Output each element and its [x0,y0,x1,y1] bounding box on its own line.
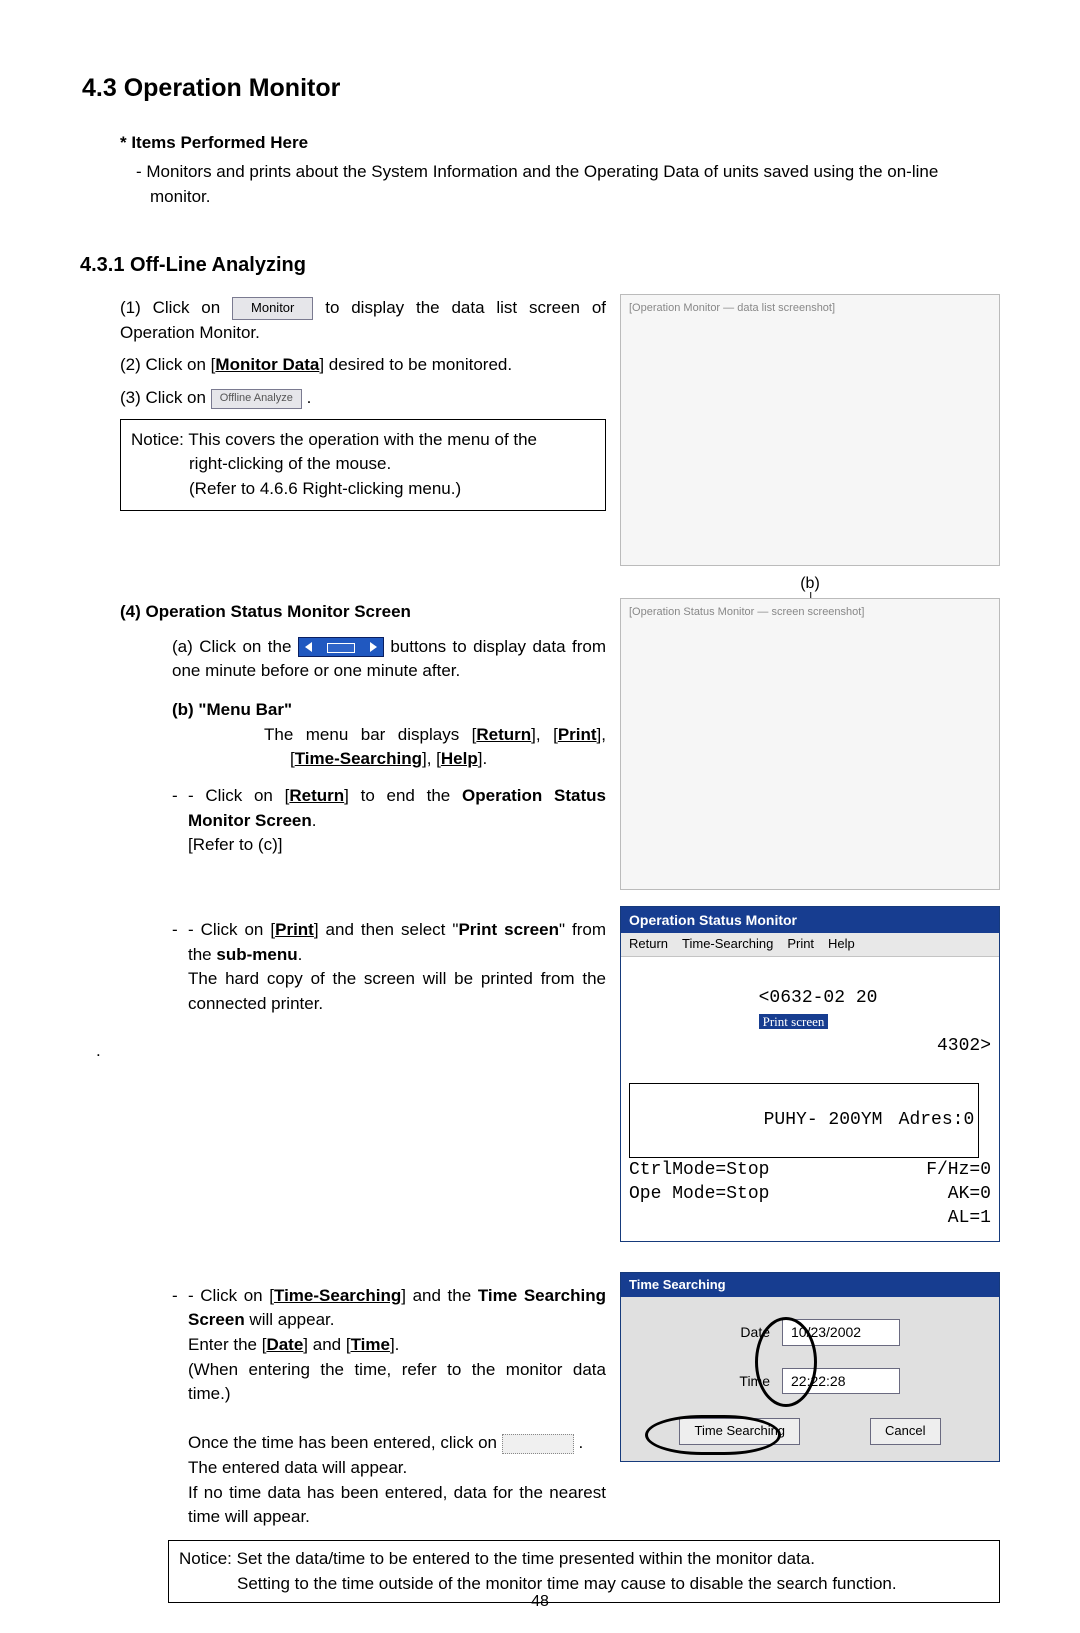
osm-row2: PUHY- 200YMAdres:0 [629,1083,979,1158]
step-4: (4) Operation Status Monitor Screen [120,600,606,625]
osm-menu-return[interactable]: Return [629,935,668,954]
osm-menu-help[interactable]: Help [828,935,855,954]
step-2-pre: (2) Click on [ [120,355,215,374]
heading-4-3: 4.3 Operation Monitor [82,70,1000,106]
operation-status-monitor-panel: Operation Status Monitor Return Time-Sea… [620,906,1000,1241]
osm-row4: Ope Mode=StopAK=0 [629,1182,991,1206]
step-4b-head: (b) "Menu Bar" [172,698,606,723]
notice-box-2: Notice: Set the data/time to be entered … [168,1540,1000,1603]
step-4a: (a) Click on the buttons to display data… [172,635,606,684]
step-4-head: (4) Operation Status Monitor Screen [120,602,411,621]
notice2-l2: Setting to the time outside of the monit… [179,1572,989,1597]
osm-row3: CtrlMode=StopF/Hz=0 [629,1158,991,1182]
blank-button[interactable] [502,1434,574,1454]
monitor-button[interactable]: Monitor [232,297,313,320]
heading-4-3-1: 4.3.1 Off-Line Analyzing [80,251,1000,280]
ts-date-input[interactable]: 10/23/2002 [782,1319,900,1345]
notice-box-1: Notice: This covers the operation with t… [120,419,606,511]
step-3-post: . [307,388,312,407]
notice1-l3: (Refer to 4.6.6 Right-clicking menu.) [131,477,595,502]
ts-title: Time Searching [621,1273,999,1298]
step-1-text-pre: (1) Click on [120,298,232,317]
ts-time-input[interactable]: 22:22:28 [782,1368,900,1394]
osm-title: Operation Status Monitor [621,907,999,933]
step-4-print: - - Click on [Print] and then select "Pr… [172,918,606,1017]
offline-analyze-button[interactable]: Offline Analyze [211,389,302,409]
notice1-l2: right-clicking of the mouse. [131,452,595,477]
stray-dot: . [96,1039,606,1064]
items-performed-head: * Items Performed Here [120,131,1000,156]
ts-date-label: Date [720,1322,770,1342]
step-3: (3) Click on Offline Analyze . [120,386,606,411]
osm-print-screen-item[interactable]: Print screen [759,1014,829,1029]
notice2-l1: Notice: Set the data/time to be entered … [179,1547,989,1572]
items-performed-body: - Monitors and prints about the System I… [136,160,1000,209]
marker-b: (b) [800,572,820,595]
figure-status-monitor-screenshot: [Operation Status Monitor — screen scree… [620,598,1000,890]
step-4-return: - - Click on [Return] to end the Operati… [172,784,606,858]
ts-time-field: Time 22:22:28 [621,1368,999,1394]
ts-search-button[interactable]: Time Searching [679,1418,800,1445]
page-number: 48 [531,1590,549,1613]
notice1-l1: Notice: This covers the operation with t… [131,428,595,453]
figure-data-list-screenshot: [Operation Monitor — data list screensho… [620,294,1000,566]
osm-menu-time[interactable]: Time-Searching [682,935,773,954]
osm-row1: <0632-02 20 Print screen 4302> [629,961,991,1082]
step-3-pre: (3) Click on [120,388,211,407]
step-1: (1) Click on Monitor to display the data… [120,296,606,345]
osm-menu-print[interactable]: Print [787,935,814,954]
ts-date-field: Date 10/23/2002 [621,1319,999,1345]
prev-next-buttons[interactable] [298,637,384,657]
time-searching-dialog: Time Searching Date 10/23/2002 Time 22:2… [620,1272,1000,1462]
osm-menubar: Return Time-Searching Print Help [621,933,999,957]
ts-time-label: Time [720,1371,770,1391]
ts-cancel-button[interactable]: Cancel [870,1418,940,1445]
step-2-post: ] desired to be monitored. [319,355,512,374]
step-4-time: - - Click on [Time-Searching] and the Ti… [172,1284,606,1530]
monitor-data-link[interactable]: Monitor Data [215,355,319,374]
step-2: (2) Click on [Monitor Data] desired to b… [120,353,606,378]
step-4b-body: The menu bar displays [Return], [Print],… [172,723,606,772]
